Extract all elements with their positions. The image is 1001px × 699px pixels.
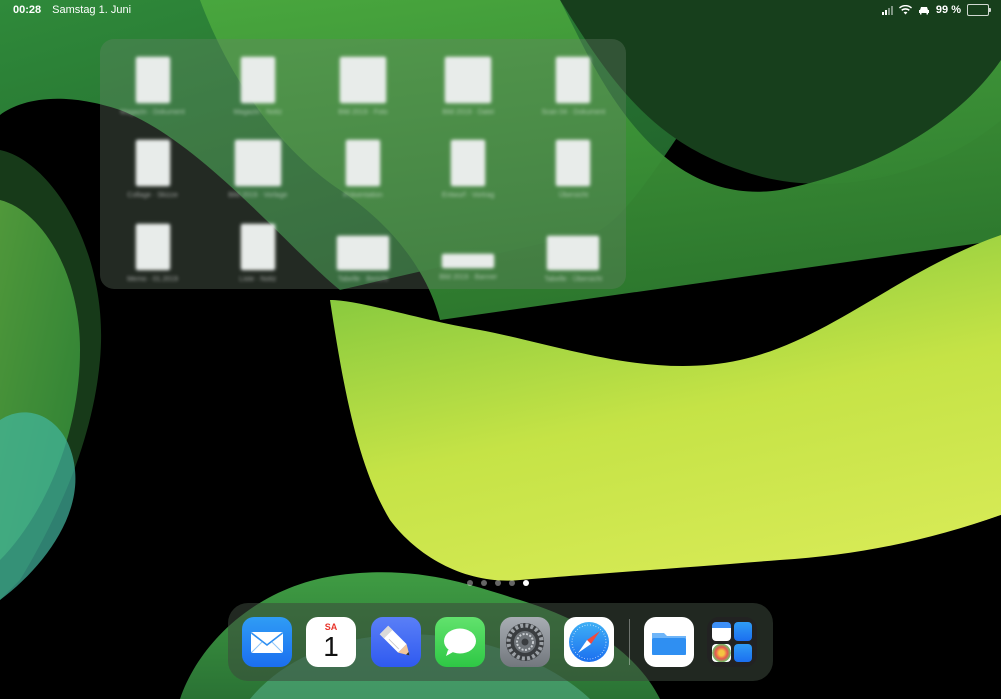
file-thumbnail (336, 235, 389, 270)
file-label: Magazin · Dokument (120, 109, 185, 116)
mail-mini-icon (733, 622, 752, 641)
wifi-icon (898, 5, 912, 15)
recent-file-item[interactable]: Liste · Notiz (205, 206, 310, 289)
recent-file-item[interactable]: Bild 2019 · Foto (310, 39, 415, 122)
recent-file-item[interactable]: Bild 2019 · Banner (416, 206, 521, 289)
recent-file-item[interactable]: Magazin · Dokument (100, 39, 205, 122)
dock-divider (629, 619, 630, 665)
calendar-app-icon[interactable]: SA 1 (306, 617, 356, 667)
file-label: Liste · Notiz (239, 275, 277, 283)
file-label: Präsentation (343, 192, 383, 200)
file-thumbnail (234, 140, 281, 187)
recent-apps-grid (712, 622, 752, 662)
file-thumbnail (339, 57, 386, 103)
file-thumbnail (556, 57, 591, 103)
file-label: Übersicht (558, 192, 589, 200)
recent-file-item[interactable]: Entwurf · Vortrag (416, 122, 521, 205)
file-thumbnail (240, 57, 275, 103)
recent-file-item[interactable]: Memo · 01.2019 (100, 206, 205, 289)
ipad-home-screen: 00:28 Samstag 1. Juni 99 % Magazin · Dok… (0, 0, 1001, 699)
file-label: Tabelle · Übersicht (544, 275, 603, 283)
file-thumbnail (135, 57, 170, 103)
recent-file-item[interactable]: Scan 04 · Dokument (521, 39, 626, 122)
recent-file-item[interactable]: Bild 2019 · Vorlage (205, 122, 310, 205)
status-date: Samstag 1. Juni (52, 4, 132, 16)
page-dot[interactable] (509, 580, 515, 586)
status-right: 99 % (881, 4, 991, 16)
file-label: Magazin · Notiz (233, 109, 283, 116)
recent-file-item[interactable]: Tabelle · Übersicht (521, 206, 626, 289)
files-mini-icon (712, 622, 731, 641)
calendar-date: 1 (323, 631, 339, 662)
page-dot[interactable] (467, 580, 473, 586)
file-label: Bild 2019 · Datei (442, 109, 495, 116)
file-label: Bild 2019 · Vorlage (228, 192, 288, 200)
pencil-app-icon[interactable] (371, 617, 421, 667)
file-label: Bild 2019 · Banner (439, 273, 498, 281)
file-thumbnail (442, 253, 495, 268)
recent-file-item[interactable]: Präsentation (310, 122, 415, 205)
page-dot[interactable] (523, 580, 529, 586)
file-thumbnail (345, 140, 380, 187)
message-mini-icon (733, 643, 752, 662)
file-thumbnail (451, 140, 486, 187)
battery-icon (967, 4, 991, 16)
file-thumbnail (240, 223, 275, 270)
file-label: Memo · 01.2019 (127, 275, 179, 283)
messages-app-icon[interactable] (435, 617, 485, 667)
file-thumbnail (135, 223, 170, 270)
file-label: Tabelle · Bericht (337, 275, 389, 283)
recent-file-item[interactable]: Übersicht (521, 122, 626, 205)
recent-file-item[interactable]: Tabelle · Bericht (310, 206, 415, 289)
status-time: 00:28 (13, 4, 42, 16)
file-thumbnail (556, 140, 591, 187)
dock: SA 1 (228, 603, 773, 681)
file-thumbnail (445, 57, 492, 103)
file-label: Collage · Skizze (127, 192, 178, 200)
file-label: Scan 04 · Dokument (541, 109, 606, 116)
file-label: Entwurf · Vortrag (441, 192, 495, 200)
recent-apps-folder-icon[interactable] (707, 617, 757, 667)
safari-app-icon[interactable] (564, 617, 614, 667)
cellular-signal-icon (881, 5, 893, 15)
recent-files-grid: Magazin · Dokument Magazin · Notiz Bild 20… (100, 39, 626, 289)
recent-files-widget[interactable]: Magazin · Dokument Magazin · Notiz Bild 20… (100, 39, 626, 289)
files-app-icon[interactable] (644, 617, 694, 667)
page-dot[interactable] (495, 580, 501, 586)
recent-file-item[interactable]: Bild 2019 · Datei (416, 39, 521, 122)
recent-file-item[interactable]: Collage · Skizze (100, 122, 205, 205)
photos-mini-icon (712, 643, 731, 662)
page-indicator[interactable] (467, 580, 529, 586)
file-label: Bild 2019 · Foto (338, 109, 388, 116)
settings-app-icon[interactable] (500, 617, 550, 667)
mail-app-icon[interactable] (242, 617, 292, 667)
car-icon (918, 6, 929, 14)
recent-file-item[interactable]: Magazin · Notiz (205, 39, 310, 122)
page-dot[interactable] (481, 580, 487, 586)
status-left: 00:28 Samstag 1. Juni (13, 4, 131, 16)
battery-percent: 99 % (935, 4, 961, 16)
status-bar: 00:28 Samstag 1. Juni 99 % (0, 0, 1001, 22)
file-thumbnail (135, 140, 170, 187)
file-thumbnail (547, 235, 600, 270)
